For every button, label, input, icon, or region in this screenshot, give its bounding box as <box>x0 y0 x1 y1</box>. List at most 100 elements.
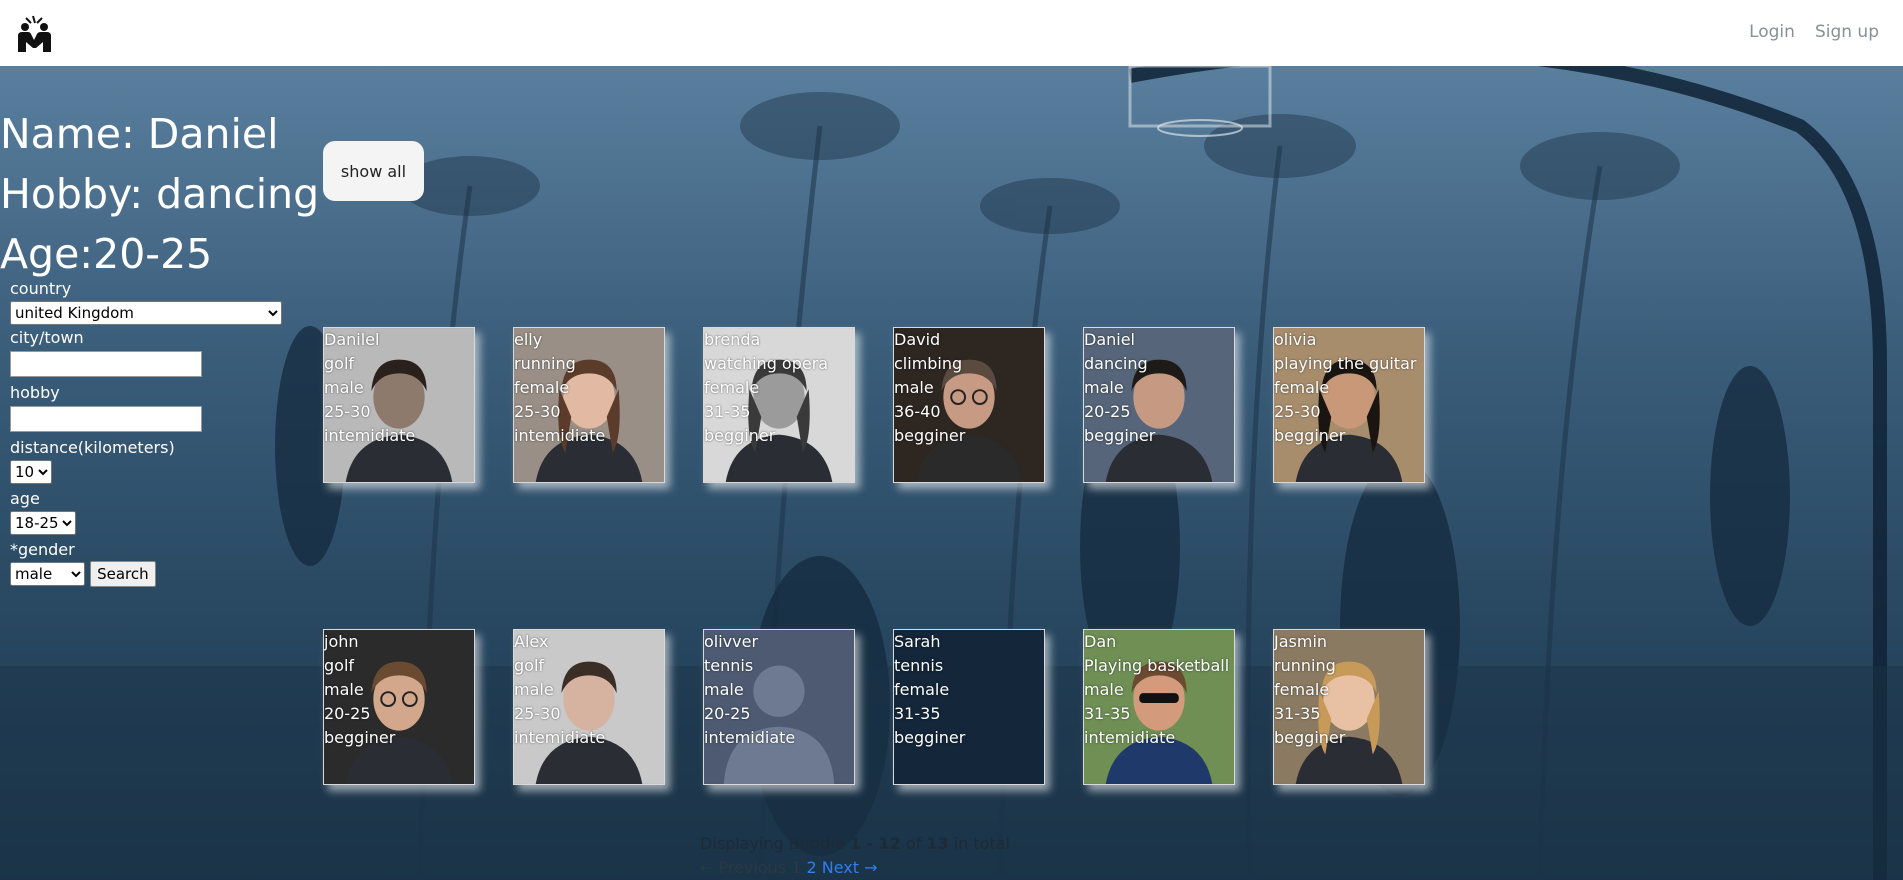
buddy-age: 31-35 <box>1084 704 1131 723</box>
next-link[interactable]: Next → <box>822 858 878 877</box>
buddy-gender: male <box>1084 378 1124 397</box>
buddy-name: Dan <box>1084 632 1117 651</box>
buddy-info: brenda watching opera female 31-35 begginer <box>704 328 828 448</box>
buddy-info: Dan Playing basketball male 31-35 intemidiat… <box>1084 630 1229 750</box>
buddy-card[interactable]: brenda watching opera female 31-35 begginer <box>703 327 855 483</box>
age-label: age <box>10 489 40 508</box>
hobby-label: hobby <box>10 383 60 402</box>
country-label: country <box>10 279 72 298</box>
filter-form: country united Kingdom city/town hobby d… <box>10 279 282 591</box>
page-2-link[interactable]: 2 <box>806 858 816 877</box>
buddy-card[interactable]: olivia playing the guitar female 25-30 beggi… <box>1273 327 1425 483</box>
profile-name: Name: Daniel <box>0 110 279 158</box>
buddy-name: Danilel <box>324 330 380 349</box>
city-label: city/town <box>10 328 84 347</box>
pagination: Displaying Buddie 1 - 12 of 13 in total … <box>700 832 1010 880</box>
buddy-card[interactable]: Sarah tennis female 31-35 begginer <box>893 629 1045 785</box>
buddy-age: 25-30 <box>324 402 371 421</box>
profile-hobby: Hobby: dancing <box>0 170 320 218</box>
gender-select[interactable]: male <box>10 562 85 586</box>
distance-select[interactable]: 10 <box>10 460 52 484</box>
buddy-info: Sarah tennis female 31-35 begginer <box>894 630 965 750</box>
buddy-card[interactable]: Dan Playing basketball male 31-35 intemidiat… <box>1083 629 1235 785</box>
buddy-card[interactable]: Danilel golf male 25-30 intemidiate <box>323 327 475 483</box>
hobby-input[interactable] <box>10 406 202 432</box>
buddy-level: intemidiate <box>514 426 606 445</box>
buddy-level: begginer <box>1274 728 1346 747</box>
profile-summary: Name: Daniel Hobby: dancing Age:20-25 <box>0 104 319 284</box>
buddy-name: olivia <box>1274 330 1317 349</box>
signup-link[interactable]: Sign up <box>1815 22 1879 42</box>
buddy-card[interactable]: Daniel dancing male 20-25 begginer <box>1083 327 1235 483</box>
buddy-gender: female <box>894 680 950 699</box>
buddy-gender: male <box>894 378 934 397</box>
buddy-age: 31-35 <box>704 402 751 421</box>
buddy-level: intemidiate <box>514 728 606 747</box>
buddy-name: brenda <box>704 330 761 349</box>
buddy-level: begginer <box>894 426 966 445</box>
login-link[interactable]: Login <box>1749 22 1795 42</box>
buddy-name: Sarah <box>894 632 941 651</box>
buddy-age: 36-40 <box>894 402 941 421</box>
buddy-info: olivver tennis male 20-25 intemidiate <box>704 630 795 750</box>
buddy-level: begginer <box>1084 426 1156 445</box>
buddy-age: 20-25 <box>1084 402 1131 421</box>
buddy-gender: male <box>324 680 364 699</box>
buddy-name: olivver <box>704 632 759 651</box>
buddy-card[interactable]: Alex golf male 25-30 intemidiate <box>513 629 665 785</box>
buddy-name: Daniel <box>1084 330 1135 349</box>
buddy-card[interactable]: olivver tennis male 20-25 intemidiate <box>703 629 855 785</box>
buddy-info: olivia playing the guitar female 25-30 beggi… <box>1274 328 1416 448</box>
buddy-level: begginer <box>1274 426 1346 445</box>
buddy-info: elly running female 25-30 intemidiate <box>514 328 605 448</box>
buddy-gender: female <box>704 378 760 397</box>
show-all-button[interactable]: show all <box>323 141 424 201</box>
buddy-name: Alex <box>514 632 549 651</box>
buddy-card[interactable]: john golf male 20-25 begginer <box>323 629 475 785</box>
buddy-gender: female <box>514 378 570 397</box>
buddy-name: Jasmin <box>1274 632 1328 651</box>
buddy-gender: female <box>1274 680 1330 699</box>
buddy-age: 20-25 <box>704 704 751 723</box>
buddy-hobby: tennis <box>704 656 754 675</box>
buddy-hobby: watching opera <box>704 354 829 373</box>
buddy-info: Danilel golf male 25-30 intemidiate <box>324 328 415 448</box>
buddy-card[interactable]: David climbing male 36-40 begginer <box>893 327 1045 483</box>
buddy-hobby: running <box>514 354 576 373</box>
buddy-gender: male <box>1084 680 1124 699</box>
pagination-summary: Displaying Buddie 1 - 12 of 13 in total <box>700 834 1010 853</box>
buddy-hobby: golf <box>324 656 355 675</box>
search-button[interactable]: Search <box>90 561 156 587</box>
buddy-level: begginer <box>894 728 966 747</box>
buddy-age: 31-35 <box>1274 704 1321 723</box>
buddy-level: begginer <box>704 426 776 445</box>
page-1-current: 1 <box>791 858 802 877</box>
buddy-age: 25-30 <box>514 402 561 421</box>
navbar: Login Sign up <box>0 0 1903 66</box>
profile-age: Age:20-25 <box>0 230 213 278</box>
buddy-level: intemidiate <box>704 728 796 747</box>
buddy-info: Daniel dancing male 20-25 begginer <box>1084 328 1155 448</box>
buddy-hobby: golf <box>324 354 355 373</box>
buddy-hobby: climbing <box>894 354 963 373</box>
buddy-age: 25-30 <box>514 704 561 723</box>
city-input[interactable] <box>10 351 202 377</box>
logo-icon[interactable] <box>14 14 56 52</box>
buddy-card[interactable]: elly running female 25-30 intemidiate <box>513 327 665 483</box>
buddy-info: David climbing male 36-40 begginer <box>894 328 965 448</box>
buddy-gender: female <box>1274 378 1330 397</box>
buddy-level: begginer <box>324 728 396 747</box>
buddy-name: elly <box>514 330 543 349</box>
buddy-card[interactable]: Jasmin running female 31-35 begginer <box>1273 629 1425 785</box>
buddy-info: Jasmin running female 31-35 begginer <box>1274 630 1345 750</box>
country-select[interactable]: united Kingdom <box>10 301 282 325</box>
buddy-hobby: dancing <box>1084 354 1148 373</box>
pagination-links: ← Previous 1 2 Next → <box>700 856 1010 880</box>
buddy-hobby: Playing basketball <box>1084 656 1230 675</box>
distance-label: distance(kilometers) <box>10 438 175 457</box>
buddy-info: Alex golf male 25-30 intemidiate <box>514 630 605 750</box>
age-select[interactable]: 18-25 <box>10 511 76 535</box>
buddy-level: intemidiate <box>1084 728 1176 747</box>
buddy-age: 20-25 <box>324 704 371 723</box>
buddy-level: intemidiate <box>324 426 416 445</box>
